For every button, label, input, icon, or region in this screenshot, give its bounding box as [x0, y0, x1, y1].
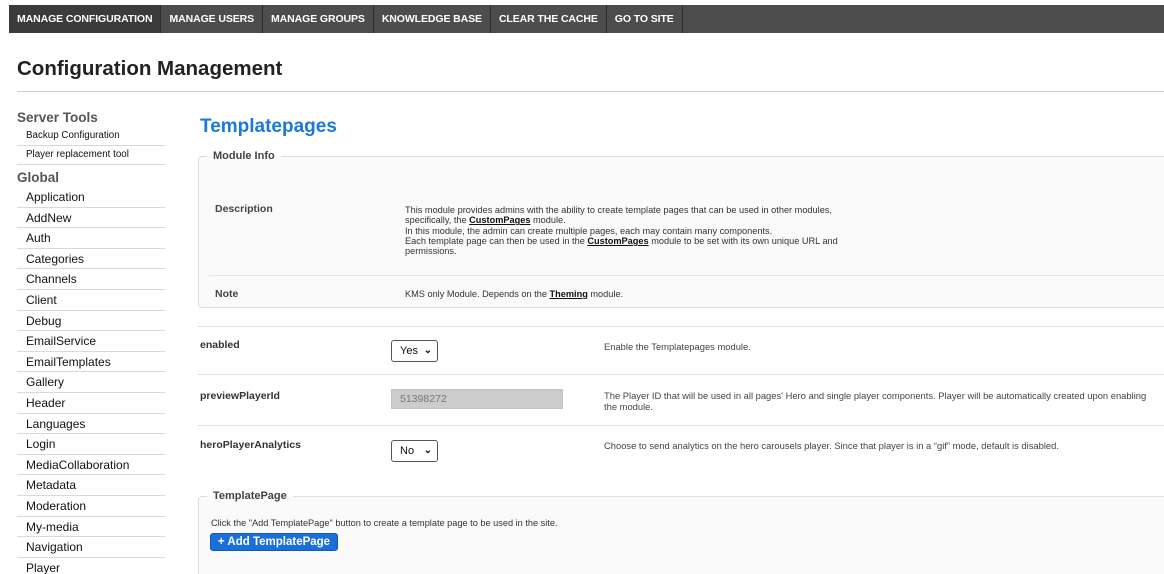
- sidebar-item-languages[interactable]: Languages: [17, 414, 165, 435]
- sidebar-item-moderation[interactable]: Moderation: [17, 496, 165, 517]
- preview-player-id-input[interactable]: 51398272: [391, 389, 563, 409]
- hero-player-analytics-description: Choose to send analytics on the hero car…: [604, 440, 1059, 451]
- sidebar-item-mediacollaboration[interactable]: MediaCollaboration: [17, 455, 165, 476]
- description-line-4-post: module to be set with its own unique URL…: [648, 235, 838, 246]
- nav-manage-configuration[interactable]: MANAGE CONFIGURATION: [9, 5, 162, 33]
- info-divider: [209, 275, 1164, 276]
- description-line-2-post: module.: [530, 215, 566, 226]
- nav-knowledge-base[interactable]: KNOWLEDGE BASE: [374, 5, 491, 33]
- sidebar-item-player-replacement-tool[interactable]: Player replacement tool: [17, 146, 165, 165]
- sidebar-item-emailtemplates[interactable]: EmailTemplates: [17, 352, 165, 373]
- row-divider: [198, 374, 1164, 375]
- sidebar-item-channels[interactable]: Channels: [17, 269, 165, 290]
- description-label: Description: [215, 203, 273, 215]
- page-title: Configuration Management: [17, 57, 283, 80]
- hero-player-analytics-label: heroPlayerAnalytics: [200, 439, 301, 451]
- nav-go-to-site[interactable]: GO TO SITE: [607, 5, 683, 33]
- enabled-select-value: Yes: [400, 345, 418, 357]
- row-divider: [198, 326, 1164, 327]
- description-line-4-pre: Each template page can then be used in t…: [405, 235, 588, 246]
- template-page-legend: TemplatePage: [213, 490, 287, 502]
- template-page-help: Click the "Add TemplatePage" button to c…: [211, 518, 558, 528]
- description-line-1: This module provides admins with the abi…: [405, 205, 832, 215]
- preview-player-id-description: The Player ID that will be used in all p…: [604, 390, 1147, 412]
- sidebar-item-categories[interactable]: Categories: [17, 249, 165, 270]
- note-post: module.: [587, 289, 624, 299]
- sidebar-item-gallery[interactable]: Gallery: [17, 372, 165, 393]
- top-nav: MANAGE CONFIGURATION MANAGE USERS MANAGE…: [9, 5, 1164, 33]
- sidebar-item-backup-configuration[interactable]: Backup Configuration: [17, 127, 165, 146]
- sidebar-item-player[interactable]: Player: [17, 558, 165, 574]
- title-divider: [17, 91, 1164, 92]
- template-page-panel: TemplatePage: [198, 490, 1164, 574]
- nav-clear-cache[interactable]: CLEAR THE CACHE: [491, 5, 607, 33]
- sidebar: Server Tools Backup Configuration Player…: [17, 108, 165, 574]
- chevron-down-icon: ⌄: [423, 345, 432, 356]
- sidebar-item-navigation[interactable]: Navigation: [17, 537, 165, 558]
- sidebar-item-client[interactable]: Client: [17, 290, 165, 311]
- enabled-description: Enable the Templatepages module.: [604, 341, 751, 352]
- description-line-2-pre: specifically, the: [405, 215, 470, 226]
- sidebar-item-metadata[interactable]: Metadata: [17, 475, 165, 496]
- sidebar-item-auth[interactable]: Auth: [17, 228, 165, 249]
- custompages-link-2[interactable]: CustomPages: [587, 236, 648, 246]
- module-info-panel: Module Info Description This module prov…: [198, 150, 1164, 308]
- sidebar-item-application[interactable]: Application: [17, 187, 165, 208]
- note-label: Note: [215, 288, 239, 300]
- description-text: This module provides admins with the abi…: [405, 205, 895, 256]
- enabled-select[interactable]: Yes ⌄: [391, 340, 438, 362]
- description-line-5: permissions.: [405, 246, 457, 257]
- add-templatepage-button[interactable]: + Add TemplatePage: [210, 533, 338, 551]
- enabled-label: enabled: [200, 339, 240, 351]
- sidebar-heading-server-tools: Server Tools: [17, 110, 98, 125]
- sidebar-item-debug[interactable]: Debug: [17, 311, 165, 332]
- hero-player-analytics-select[interactable]: No ⌄: [391, 440, 438, 462]
- nav-manage-users[interactable]: MANAGE USERS: [161, 5, 264, 33]
- custompages-link[interactable]: CustomPages: [469, 215, 530, 225]
- chevron-down-icon: ⌄: [423, 445, 432, 456]
- sidebar-item-addnew[interactable]: AddNew: [17, 208, 165, 229]
- theming-link[interactable]: Theming: [550, 289, 588, 299]
- sidebar-item-header[interactable]: Header: [17, 393, 165, 414]
- note-pre: KMS only Module. Depends on the: [405, 289, 550, 299]
- description-line-2: specifically, the CustomPages module.: [405, 215, 895, 225]
- nav-manage-groups[interactable]: MANAGE GROUPS: [263, 5, 374, 33]
- preview-player-id-label: previewPlayerId: [200, 390, 280, 402]
- module-info-legend: Module Info: [213, 150, 275, 162]
- description-line-4: Each template page can then be used in t…: [405, 236, 895, 246]
- hero-player-analytics-value: No: [400, 445, 415, 457]
- module-title: Templatepages: [200, 116, 337, 137]
- sidebar-item-my-media[interactable]: My-media: [17, 517, 165, 538]
- sidebar-heading-global: Global: [17, 170, 60, 185]
- note-text: KMS only Module. Depends on the Theming …: [405, 289, 895, 299]
- row-divider: [198, 425, 1164, 426]
- description-line-3: In this module, the admin can create mul…: [405, 225, 773, 236]
- sidebar-item-login[interactable]: Login: [17, 434, 165, 455]
- sidebar-item-emailservice[interactable]: EmailService: [17, 331, 165, 352]
